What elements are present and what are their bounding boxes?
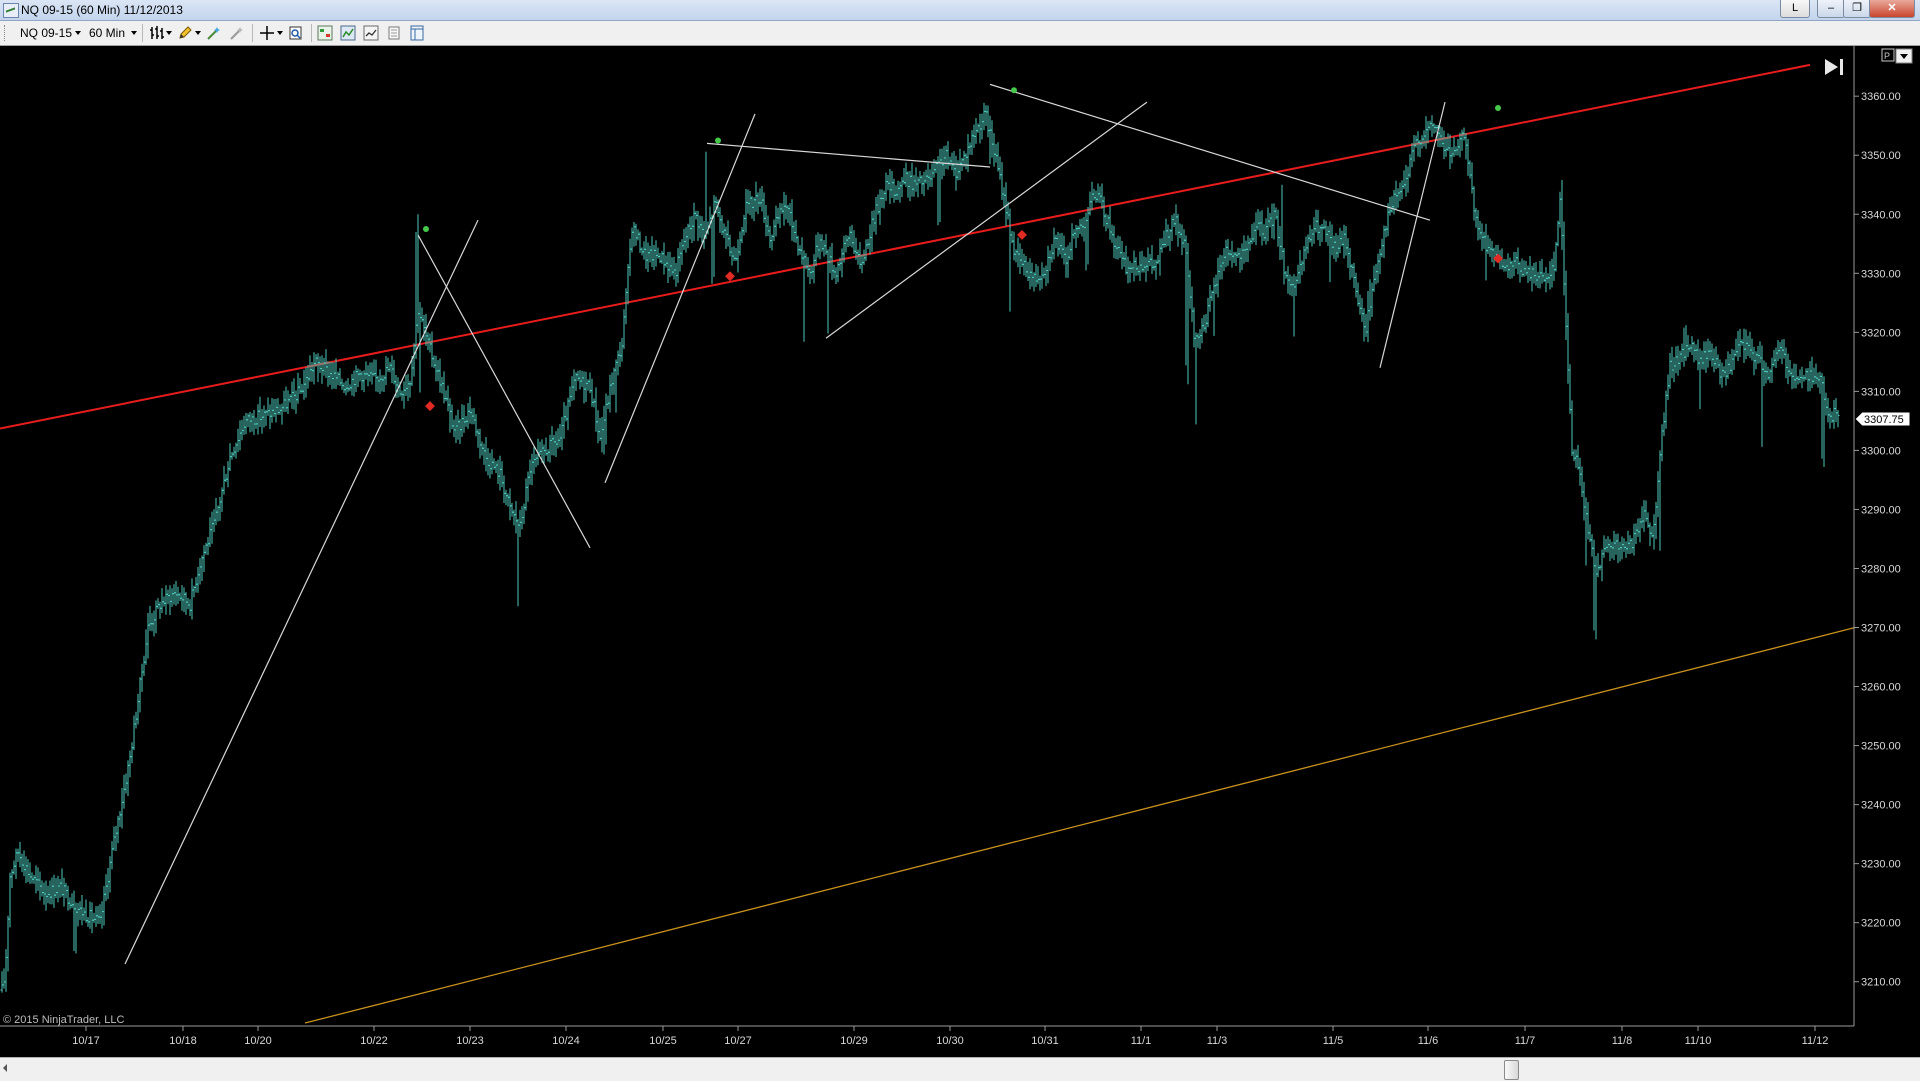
window-title: NQ 09-15 (60 Min) 11/12/2013	[21, 3, 183, 17]
x-tick-label: 11/10	[1685, 1035, 1712, 1047]
y-tick-label: 3310.00	[1861, 386, 1901, 398]
y-tick-label: 3220.00	[1861, 918, 1901, 930]
window-titlebar: NQ 09-15 (60 Min) 11/12/2013 L – ❐ ✕	[0, 0, 1920, 21]
y-tick-label: 3260.00	[1861, 682, 1901, 694]
chart-trader-icon[interactable]	[317, 25, 333, 41]
y-tick-label: 3250.00	[1861, 741, 1901, 753]
x-tick-label: 10/31	[1031, 1035, 1059, 1047]
x-tick-label: 10/18	[169, 1035, 197, 1047]
crosshair-icon[interactable]	[259, 25, 275, 41]
y-tick-label: 3270.00	[1861, 623, 1901, 635]
x-tick-label: 10/30	[936, 1035, 964, 1047]
toolbar-grip[interactable]	[4, 25, 8, 41]
toolbar-separator	[252, 24, 253, 42]
y-tick-label: 3290.00	[1861, 504, 1901, 516]
y-tick-label: 3280.00	[1861, 563, 1901, 575]
panel-menu[interactable]: P	[1881, 48, 1913, 64]
swing-high-dot	[1011, 87, 1017, 94]
swing-high-dot	[715, 137, 721, 144]
pencil-draw-icon[interactable]	[177, 25, 193, 41]
properties-icon[interactable]	[386, 25, 402, 41]
x-tick-label: 11/3	[1207, 1035, 1228, 1047]
swing-high-dot	[423, 226, 429, 233]
zoom-icon[interactable]	[288, 25, 304, 41]
indicators-icon[interactable]	[363, 25, 379, 41]
y-tick-label: 3330.00	[1861, 268, 1901, 280]
y-tick-label: 3240.00	[1861, 800, 1901, 812]
y-tick-label: 3210.00	[1861, 977, 1901, 989]
x-tick-label: 10/25	[649, 1035, 677, 1047]
scroll-left-arrow-icon[interactable]	[3, 1064, 7, 1072]
copyright-label: © 2015 NinjaTrader, LLC	[3, 1014, 124, 1026]
x-tick-label: 11/12	[1802, 1035, 1829, 1047]
interval-selector[interactable]: 60 Min	[89, 26, 125, 40]
toolbar-separator	[311, 24, 312, 42]
price-chart[interactable]: 3360.00 3350.00 3340.00 3330.00 3320.00 3310.…	[0, 46, 1920, 1057]
interval-dropdown-icon[interactable]	[131, 31, 137, 35]
x-tick-label: 10/17	[72, 1035, 100, 1047]
y-tick-label: 3360.00	[1861, 91, 1901, 103]
chart-window-icon	[3, 3, 19, 18]
minimize-button[interactable]: –	[1817, 0, 1845, 18]
instrument-selector[interactable]: NQ 09-15	[20, 26, 72, 40]
x-tick-label: 11/8	[1612, 1035, 1633, 1047]
y-tick-label: 3340.00	[1861, 209, 1901, 221]
bar-style-icon[interactable]	[149, 25, 165, 41]
data-box-icon[interactable]	[409, 25, 425, 41]
x-tick-label: 10/24	[552, 1035, 580, 1047]
instrument-dropdown-icon[interactable]	[75, 31, 81, 35]
x-tick-label: 11/5	[1323, 1035, 1344, 1047]
y-tick-label: 3320.00	[1861, 327, 1901, 339]
wand-disabled-icon[interactable]	[229, 25, 245, 41]
bar-style-dropdown-icon[interactable]	[166, 31, 172, 35]
x-tick-label: 11/6	[1418, 1035, 1439, 1047]
price-marker: 3307.75	[1854, 411, 1911, 427]
magic-wand-icon[interactable]	[206, 25, 222, 41]
link-button[interactable]: L	[1780, 0, 1810, 18]
strategies-icon[interactable]	[340, 25, 356, 41]
scroll-thumb[interactable]	[1504, 1060, 1519, 1080]
x-tick-label: 10/20	[244, 1035, 272, 1047]
current-price-label: 3307.75	[1864, 414, 1904, 426]
chart-toolbar: NQ 09-15 60 Min	[0, 21, 1920, 46]
scroll-end-bar	[1840, 59, 1843, 75]
maximize-button[interactable]: ❐	[1843, 0, 1871, 18]
y-tick-label: 3230.00	[1861, 859, 1901, 871]
x-tick-label: 10/23	[456, 1035, 484, 1047]
crosshair-dropdown-icon[interactable]	[277, 31, 283, 35]
x-tick-label: 11/1	[1131, 1035, 1152, 1047]
y-tick-label: 3350.00	[1861, 150, 1901, 162]
swing-high-dot	[1495, 104, 1501, 111]
x-tick-label: 10/22	[360, 1035, 388, 1047]
toolbar-separator	[142, 24, 143, 42]
svg-text:P: P	[1884, 51, 1890, 61]
x-tick-label: 10/27	[724, 1035, 752, 1047]
close-button[interactable]: ✕	[1869, 0, 1915, 18]
horizontal-scrollbar[interactable]	[0, 1057, 1920, 1081]
x-tick-label: 11/7	[1515, 1035, 1536, 1047]
y-tick-label: 3300.00	[1861, 445, 1901, 457]
x-tick-label: 10/29	[840, 1035, 868, 1047]
draw-dropdown-icon[interactable]	[195, 31, 201, 35]
